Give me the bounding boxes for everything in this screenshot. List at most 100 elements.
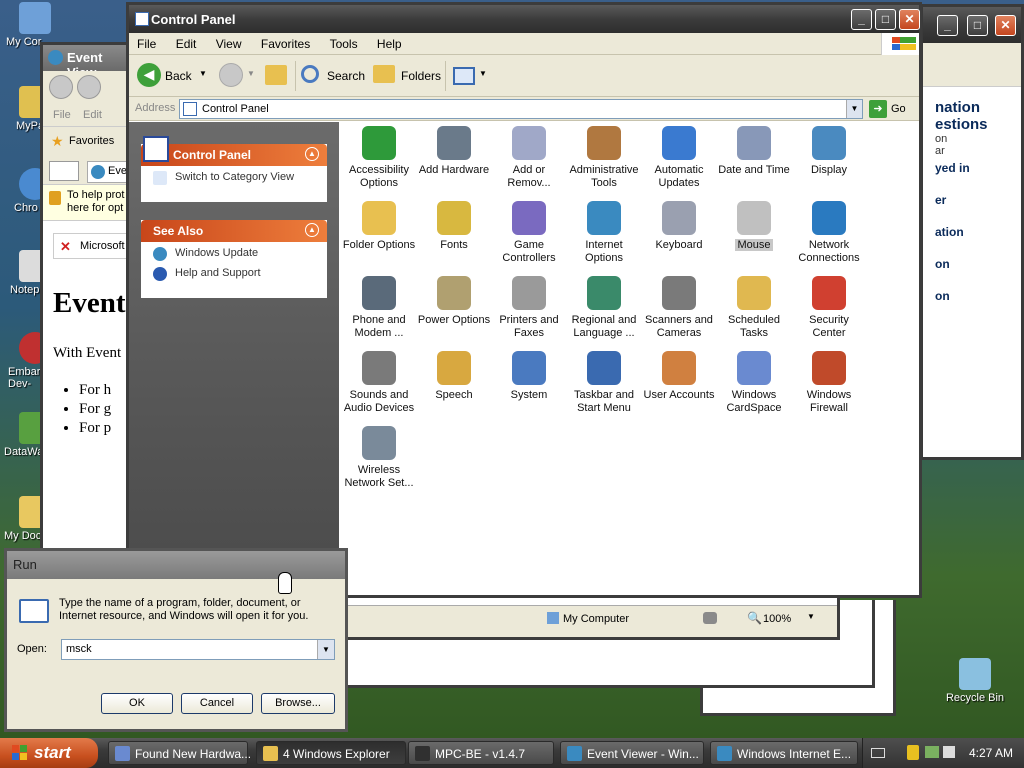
control-panel-titlebar[interactable]: Control Panel _ □ ✕ — [129, 5, 920, 33]
cp-item-system[interactable]: System — [491, 351, 567, 402]
menu-file[interactable]: File — [129, 33, 164, 51]
close-button[interactable]: ✕ — [899, 9, 920, 30]
cp-item-fonts[interactable]: Fonts — [416, 201, 492, 252]
ie-window[interactable]: _ □ ✕ nation estions on ar yed in er ati… — [920, 4, 1024, 460]
cp-item-scanners-cameras[interactable]: Scanners and Cameras — [641, 276, 717, 340]
taskbar-button[interactable]: MPC-BE - v1.4.7 — [408, 741, 554, 765]
cp-item-wireless-network[interactable]: Wireless Network Set... — [341, 426, 417, 490]
taskbar-button[interactable]: 4 Windows Explorer — [256, 741, 406, 765]
start-button[interactable]: start — [0, 738, 98, 768]
menu-help[interactable]: Help — [369, 33, 410, 51]
back-arrow-icon[interactable] — [49, 75, 73, 99]
taskbar-button[interactable]: Event Viewer - Win... — [560, 741, 704, 765]
cp-item-scheduled-tasks[interactable]: Scheduled Tasks — [716, 276, 792, 340]
go-button[interactable]: ➜ Go — [869, 99, 913, 119]
folders-button[interactable]: Folders — [373, 63, 441, 89]
forward-arrow-icon[interactable] — [219, 63, 243, 87]
volume-icon[interactable] — [943, 746, 955, 758]
event-viewer-titlebar[interactable]: Event View — [43, 45, 127, 80]
windows-update-link[interactable]: Windows Update — [141, 242, 327, 262]
collapse-icon[interactable]: ▲ — [305, 223, 319, 237]
chevron-down-icon[interactable]: ▼ — [846, 100, 862, 118]
cp-item-automatic-updates[interactable]: Automatic Updates — [641, 126, 717, 190]
ie-text-line: yed in — [935, 161, 970, 175]
open-input[interactable]: msck ▼ — [61, 639, 335, 660]
run-titlebar[interactable]: Run — [7, 551, 345, 579]
status-bar: My Computer 🔍 100% ▼ — [333, 608, 837, 630]
event-viewer-window[interactable]: Event View File Edit ★ Favorites Eve To … — [40, 42, 130, 552]
cp-item-add-remove-programs[interactable]: Add or Remov... — [491, 126, 567, 190]
back-button[interactable]: ◀ Back ▼ — [137, 63, 213, 89]
cp-item-date-time[interactable]: Date and Time — [716, 126, 792, 177]
security-shield-icon[interactable] — [907, 745, 919, 760]
ev-info-bar[interactable]: To help prot here for opt — [43, 185, 127, 221]
cp-item-sounds-audio[interactable]: Sounds and Audio Devices — [341, 351, 417, 415]
cp-item-network-connections[interactable]: Network Connections — [791, 201, 867, 265]
up-folder-icon[interactable] — [265, 65, 287, 85]
cp-item-speech[interactable]: Speech — [416, 351, 492, 402]
clock[interactable]: 4:27 AM — [969, 746, 1013, 760]
chevron-down-icon[interactable]: ▼ — [247, 69, 255, 78]
cp-item-mouse[interactable]: Mouse — [716, 201, 792, 252]
ok-button[interactable]: OK — [101, 693, 173, 714]
views-button[interactable]: ▼ — [453, 65, 487, 87]
cp-item-keyboard[interactable]: Keyboard — [641, 201, 717, 252]
cp-item-windows-firewall[interactable]: Windows Firewall — [791, 351, 867, 415]
taskbar-button[interactable]: Windows Internet E... — [710, 741, 858, 765]
control-panel-window[interactable]: Control Panel _ □ ✕ File Edit View Favor… — [126, 2, 922, 598]
menu-view[interactable]: View — [208, 33, 250, 51]
collapse-icon[interactable]: ▲ — [305, 147, 319, 161]
cancel-button[interactable]: Cancel — [181, 693, 253, 714]
browse-button[interactable]: Browse... — [261, 693, 335, 714]
minimize-button[interactable]: _ — [937, 15, 958, 36]
search-button[interactable]: Search — [301, 63, 365, 89]
close-button[interactable]: ✕ — [995, 15, 1016, 36]
cp-item-user-accounts[interactable]: User Accounts — [641, 351, 717, 402]
chevron-down-icon[interactable]: ▼ — [807, 612, 815, 621]
cp-item-folder-options[interactable]: Folder Options — [341, 201, 417, 252]
menu-edit[interactable]: Edit — [168, 33, 205, 51]
task-box-header[interactable]: See Also ▲ — [141, 220, 327, 242]
cp-item-display[interactable]: Display — [791, 126, 867, 177]
cp-item-phone-modem[interactable]: Phone and Modem ... — [341, 276, 417, 340]
cp-item-accessibility[interactable]: Accessibility Options — [341, 126, 417, 190]
taskbar-button[interactable]: Found New Hardwa... — [108, 741, 251, 765]
maximize-button[interactable]: □ — [875, 9, 896, 30]
menu-item[interactable]: Edit — [83, 109, 102, 121]
administrative-tools-icon — [587, 126, 621, 160]
favorites-button[interactable]: Favorites — [69, 135, 114, 147]
menu-item[interactable]: File — [53, 109, 71, 121]
tab-event-viewer[interactable]: Eve — [87, 161, 127, 183]
cp-item-regional-language[interactable]: Regional and Language ... — [566, 276, 642, 340]
zoom-level[interactable]: 100% — [763, 613, 791, 625]
cp-item-label: Folder Options — [342, 239, 416, 251]
ev-menubar: File Edit — [43, 105, 127, 127]
forward-arrow-icon[interactable] — [77, 75, 101, 99]
chevron-down-icon[interactable]: ▼ — [199, 69, 207, 78]
cp-item-taskbar-start-menu[interactable]: Taskbar and Start Menu — [566, 351, 642, 415]
cp-item-administrative-tools[interactable]: Administrative Tools — [566, 126, 642, 190]
desktop-icon-recycle-bin[interactable]: Recycle Bin — [940, 658, 1010, 704]
page-paragraph: With Event — [53, 345, 122, 361]
network-icon[interactable] — [925, 746, 939, 758]
tab-grid-icon[interactable] — [49, 161, 79, 181]
task-box-header[interactable]: Control Panel ▲ — [141, 136, 327, 166]
cp-item-internet-options[interactable]: Internet Options — [566, 201, 642, 265]
address-input[interactable]: Control Panel ▼ — [179, 99, 863, 119]
cp-item-printers-faxes[interactable]: Printers and Faxes — [491, 276, 567, 340]
ie-titlebar[interactable]: _ □ ✕ — [923, 7, 1021, 43]
switch-category-view-link[interactable]: Switch to Category View — [141, 166, 327, 186]
maximize-button[interactable]: □ — [967, 15, 988, 36]
cp-item-game-controllers[interactable]: Game Controllers — [491, 201, 567, 265]
cp-item-power-options[interactable]: Power Options — [416, 276, 492, 327]
cp-item-security-center[interactable]: Security Center — [791, 276, 867, 340]
chevron-down-icon[interactable]: ▼ — [317, 640, 334, 659]
menu-favorites[interactable]: Favorites — [253, 33, 318, 51]
cp-item-cardspace[interactable]: Windows CardSpace — [716, 351, 792, 415]
run-dialog[interactable]: Run Type the name of a program, folder, … — [4, 548, 348, 732]
menu-tools[interactable]: Tools — [322, 33, 366, 51]
keyboard-icon[interactable] — [871, 748, 885, 758]
minimize-button[interactable]: _ — [851, 9, 872, 30]
cp-item-add-hardware[interactable]: Add Hardware — [416, 126, 492, 177]
help-support-link[interactable]: Help and Support — [141, 262, 327, 282]
